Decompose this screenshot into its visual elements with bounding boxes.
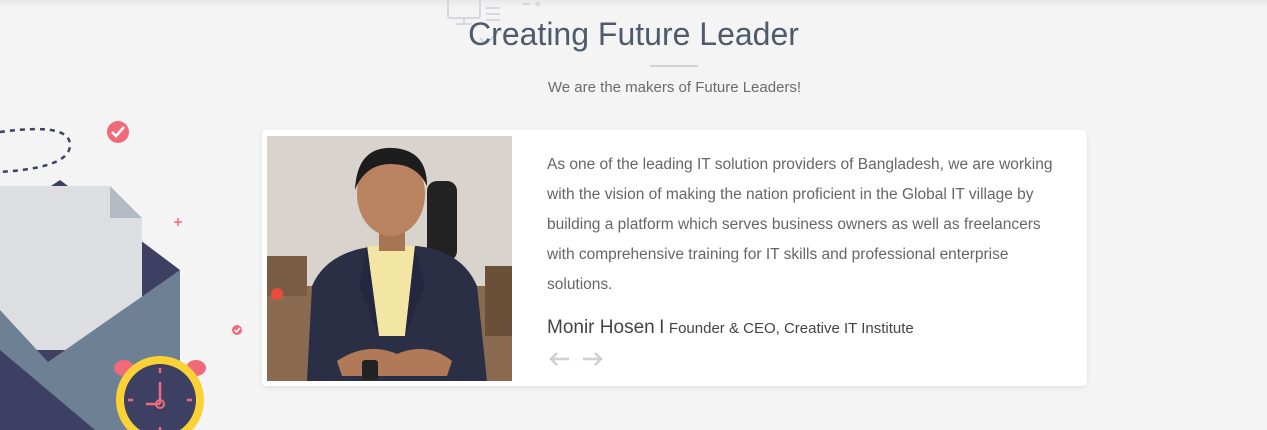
author-name: Monir Hosen xyxy=(547,317,655,338)
author-separator: I xyxy=(659,317,665,338)
arrow-right-icon[interactable] xyxy=(581,352,603,366)
envelope-clock-illustration xyxy=(0,121,242,430)
top-shadow xyxy=(0,0,1267,8)
testimonial-quote: As one of the leading IT solution provid… xyxy=(547,156,1053,293)
author-role: Founder & CEO, Creative IT Institute xyxy=(668,320,914,337)
section-title: Creating Future Leader xyxy=(468,16,799,52)
founder-photo xyxy=(267,136,512,381)
title-divider xyxy=(650,65,698,67)
testimonial-card: As one of the leading IT solution provid… xyxy=(262,130,1087,386)
testimonial-author: Monir Hosen I Founder & CEO, Creative IT… xyxy=(547,317,914,339)
section-subtitle: We are the makers of Future Leaders! xyxy=(547,79,802,96)
arrow-left-icon[interactable] xyxy=(549,352,571,366)
